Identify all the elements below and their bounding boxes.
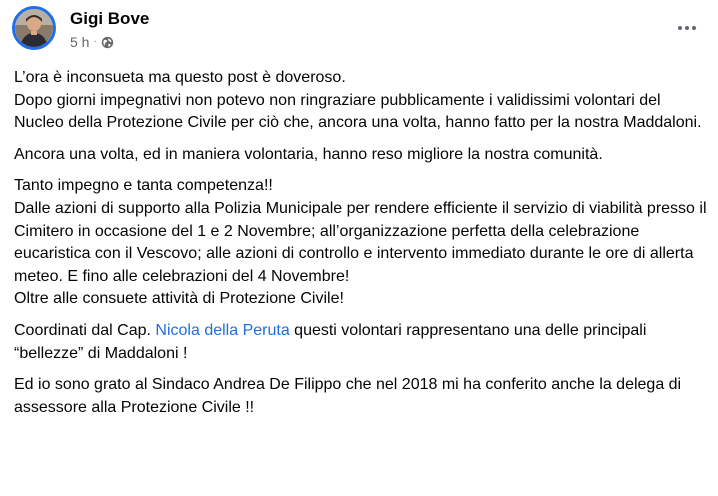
globe-icon[interactable]: [101, 36, 114, 49]
post-paragraph: L’ora è inconsueta ma questo post è dove…: [14, 69, 702, 132]
facebook-post: Gigi Bove 5 h · L’ora è inconsueta ma qu…: [0, 0, 718, 496]
post-paragraph: Ed io sono grato al Sindaco Andrea De Fi…: [14, 376, 682, 416]
more-options-icon-dot: [685, 26, 689, 30]
post-paragraph-coordinator: Coordinati dal Cap. Nicola della Peruta …: [14, 320, 712, 365]
more-options-button[interactable]: [674, 18, 700, 38]
more-options-icon: [678, 26, 682, 30]
post-header: Gigi Bove 5 h ·: [12, 6, 706, 58]
post-paragraph: Tanto impegno e tanta competenza!! Dalle…: [14, 177, 707, 308]
post-paragraph: Ancora una volta, ed in maniera volontar…: [14, 145, 603, 163]
mention-link[interactable]: Nicola della Peruta: [155, 322, 289, 339]
post-body: L’ora è inconsueta ma questo post è dove…: [14, 67, 712, 428]
more-options-icon-dot: [692, 26, 696, 30]
coordinator-text-before: Coordinati dal Cap.: [14, 321, 156, 339]
post-meta: 5 h ·: [70, 34, 114, 50]
avatar[interactable]: [12, 6, 56, 50]
author-name[interactable]: Gigi Bove: [70, 9, 149, 29]
avatar-photo: [15, 9, 53, 47]
post-timestamp[interactable]: 5 h: [70, 34, 89, 50]
meta-separator: ·: [93, 36, 97, 47]
